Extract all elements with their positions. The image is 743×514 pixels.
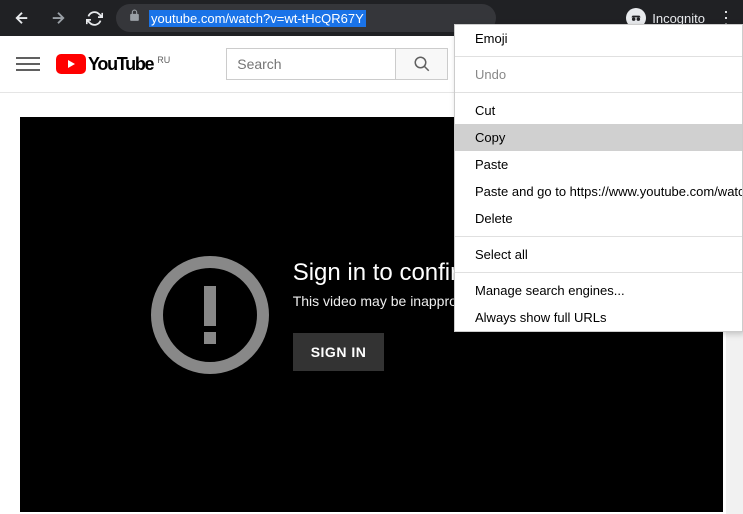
youtube-play-icon (56, 54, 86, 74)
url-text: youtube.com/watch?v=wt-tHcQR67Y (149, 10, 366, 27)
ctx-divider (455, 272, 742, 273)
ctx-divider (455, 56, 742, 57)
youtube-brand-text: YouTube (88, 54, 153, 75)
warning-icon (151, 256, 269, 374)
ctx-show-urls[interactable]: Always show full URLs (455, 304, 742, 331)
context-menu: Emoji Undo Cut Copy Paste Paste and go t… (454, 24, 743, 332)
search-box (226, 48, 448, 80)
ctx-select-all[interactable]: Select all (455, 241, 742, 268)
lock-icon (128, 9, 141, 27)
youtube-logo[interactable]: YouTube RU (56, 54, 170, 75)
hamburger-menu[interactable] (16, 57, 40, 71)
signin-button[interactable]: SIGN IN (293, 333, 385, 371)
ctx-paste[interactable]: Paste (455, 151, 742, 178)
search-input[interactable] (226, 48, 396, 80)
back-button[interactable] (8, 4, 36, 32)
reload-button[interactable] (80, 4, 108, 32)
ctx-divider (455, 236, 742, 237)
ctx-delete[interactable]: Delete (455, 205, 742, 232)
search-button[interactable] (396, 48, 448, 80)
ctx-paste-go[interactable]: Paste and go to https://www.youtube.com/… (455, 178, 742, 205)
forward-button[interactable] (44, 4, 72, 32)
ctx-copy[interactable]: Copy (455, 124, 742, 151)
ctx-divider (455, 92, 742, 93)
address-bar[interactable]: youtube.com/watch?v=wt-tHcQR67Y (116, 4, 496, 32)
youtube-region: RU (157, 55, 170, 65)
ctx-cut[interactable]: Cut (455, 97, 742, 124)
ctx-undo[interactable]: Undo (455, 61, 742, 88)
ctx-emoji[interactable]: Emoji (455, 25, 742, 52)
ctx-manage-search[interactable]: Manage search engines... (455, 277, 742, 304)
